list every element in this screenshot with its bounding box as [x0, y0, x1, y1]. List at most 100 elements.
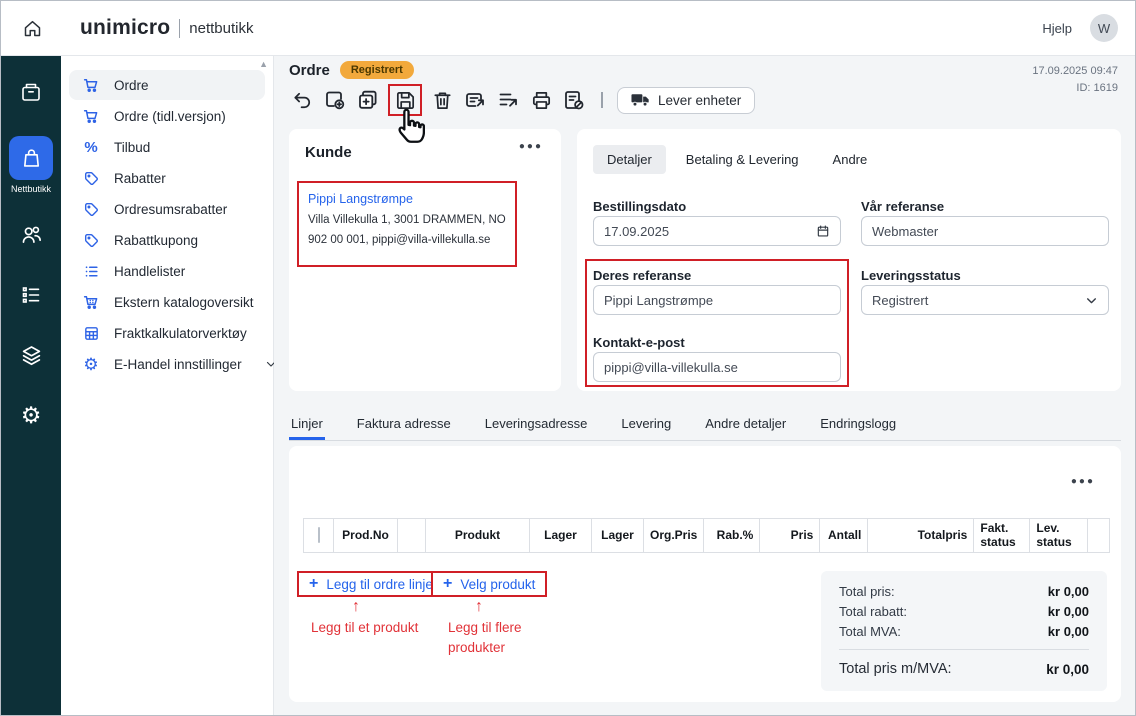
- sidebar-item-ekstern-katalogoversikt[interactable]: Ekstern katalogoversikt: [69, 287, 265, 317]
- our-reference-field[interactable]: [861, 216, 1109, 246]
- top-bar: unimicro nettbutikk Hjelp W: [1, 1, 1135, 56]
- col-antall[interactable]: Antall: [820, 519, 868, 553]
- settings-icon[interactable]: ⚙: [21, 404, 42, 427]
- sidebar-item-ordre[interactable]: Ordre: [69, 70, 265, 100]
- chevron-down-icon: [1085, 294, 1098, 307]
- col-totalpris[interactable]: Totalpris: [868, 519, 974, 553]
- add-order-line-button[interactable]: + Legg til ordre linje: [299, 573, 443, 595]
- customers-icon[interactable]: [19, 222, 44, 247]
- pick-product-button[interactable]: + Velg produkt: [433, 573, 545, 595]
- col-pris[interactable]: Pris: [760, 519, 820, 553]
- sidebar-item-label: Ordresumsrabatter: [114, 202, 227, 217]
- add-order-line-label: Legg til ordre linje: [326, 577, 433, 592]
- avatar[interactable]: W: [1090, 14, 1118, 42]
- tab-andre-detaljer[interactable]: Andre detaljer: [703, 408, 788, 440]
- sidebar-item-label: Rabatter: [114, 171, 166, 186]
- lines-menu-icon[interactable]: ●●●: [1071, 476, 1095, 487]
- select-all-checkbox[interactable]: [318, 527, 320, 543]
- tab-leveringsadresse[interactable]: Leveringsadresse: [483, 408, 590, 440]
- details-tabs: Detaljer Betaling & Levering Andre: [593, 145, 881, 174]
- tab-endringslogg[interactable]: Endringslogg: [818, 408, 898, 440]
- sidebar-item-rabattkupong[interactable]: Rabattkupong: [69, 225, 265, 255]
- tab-levering[interactable]: Levering: [619, 408, 673, 440]
- customer-card: Kunde ●●● Pippi Langstrømpe Villa Villek…: [289, 129, 561, 391]
- annotation-arrow-icon: ↑: [352, 598, 360, 616]
- customer-name-link[interactable]: Pippi Langstrømpe: [308, 192, 511, 206]
- calculator-icon: [81, 325, 101, 342]
- totals-panel: Total pris: kr 0,00 Total rabatt: kr 0,0…: [821, 571, 1107, 691]
- cart-grid-icon: [81, 293, 101, 311]
- export-lines-icon[interactable]: [495, 87, 521, 113]
- totals-divider: [839, 649, 1089, 650]
- contact-email-field[interactable]: [593, 352, 841, 382]
- brand-suffix: nettbutikk: [189, 20, 253, 37]
- add-line-annotation-box: + Legg til ordre linje: [297, 571, 445, 597]
- total-vat-value: kr 0,00: [1048, 624, 1089, 639]
- col-orgpris[interactable]: Org.Pris: [644, 519, 704, 553]
- sidebar-item-rabatter[interactable]: Rabatter: [69, 163, 265, 193]
- tab-faktura-adresse[interactable]: Faktura adresse: [355, 408, 453, 440]
- layers-icon[interactable]: [19, 343, 44, 368]
- contact-email-input[interactable]: [604, 360, 830, 375]
- sidebar-item-ordre-tidl[interactable]: Ordre (tidl.versjon): [69, 101, 265, 131]
- order-lines-table: Prod.No Produkt Lager Lager Org.Pris Rab…: [303, 518, 1110, 553]
- undo-icon[interactable]: [289, 87, 315, 113]
- copy-add-icon[interactable]: [355, 87, 381, 113]
- tab-betaling-levering[interactable]: Betaling & Levering: [672, 145, 813, 174]
- calendar-icon[interactable]: [816, 224, 830, 238]
- tag-icon: [81, 232, 101, 249]
- col-lager-2[interactable]: Lager: [592, 519, 644, 553]
- home-icon[interactable]: [22, 18, 43, 39]
- cancel-document-icon[interactable]: [561, 87, 587, 113]
- sidebar-item-ehandel-innstillinger[interactable]: ⚙ E-Handel innstillinger: [69, 349, 265, 379]
- main-content: Ordre Registrert 17.09.2025 09:47 ID: 16…: [274, 56, 1134, 714]
- col-rab[interactable]: Rab.%: [704, 519, 760, 553]
- plus-icon: +: [309, 576, 318, 592]
- col-fakt-status[interactable]: Fakt. status: [974, 519, 1030, 553]
- annotation-arrow-icon: ↑: [475, 598, 483, 616]
- tab-linjer[interactable]: Linjer: [289, 408, 325, 440]
- help-link[interactable]: Hjelp: [1042, 21, 1072, 36]
- delete-icon[interactable]: [429, 87, 455, 113]
- our-reference-input[interactable]: [872, 224, 1098, 239]
- checklist-icon[interactable]: [19, 283, 43, 307]
- deliver-units-label: Lever enheter: [658, 93, 741, 108]
- col-produkt[interactable]: Produkt: [426, 519, 530, 553]
- sidebar-item-handlelister[interactable]: Handlelister: [69, 256, 265, 286]
- print-icon[interactable]: [528, 87, 554, 113]
- order-date-field[interactable]: 17.09.2025: [593, 216, 841, 246]
- deliver-units-button[interactable]: Lever enheter: [617, 87, 755, 114]
- tab-detaljer[interactable]: Detaljer: [593, 145, 666, 174]
- their-reference-label: Deres referanse: [593, 268, 691, 283]
- total-discount-label: Total rabatt:: [839, 604, 907, 619]
- sidebar-item-label: Handlelister: [114, 264, 185, 279]
- order-timestamp: 17.09.2025 09:47: [1032, 63, 1118, 80]
- sidebar-item-tilbud[interactable]: % Tilbud: [69, 132, 265, 162]
- archive-icon[interactable]: [19, 80, 43, 104]
- customer-menu-icon[interactable]: ●●●: [519, 141, 543, 152]
- nettbutikk-tab[interactable]: [9, 136, 53, 180]
- tab-andre[interactable]: Andre: [819, 145, 882, 174]
- details-card: Detaljer Betaling & Levering Andre Besti…: [577, 129, 1121, 391]
- brand-divider: [179, 19, 180, 38]
- col-lager-1[interactable]: Lager: [530, 519, 592, 553]
- truck-icon: [631, 93, 650, 107]
- their-reference-input[interactable]: [604, 293, 830, 308]
- nav-rail: Nettbutikk ⚙: [1, 56, 61, 715]
- scroll-up-icon[interactable]: ▲: [259, 59, 268, 69]
- save-icon[interactable]: [392, 87, 418, 113]
- pick-product-annotation-box: + Velg produkt: [431, 571, 547, 597]
- col-lev-status[interactable]: Lev. status: [1030, 519, 1088, 553]
- delivery-status-select[interactable]: Registrert: [861, 285, 1109, 315]
- list-icon: [81, 263, 101, 280]
- save-highlight-box: [388, 84, 422, 116]
- toolbar-divider: [601, 92, 603, 108]
- sidebar-item-ordresumsrabatter[interactable]: Ordresumsrabatter: [69, 194, 265, 224]
- sidebar-item-fraktkalkulatorverktoy[interactable]: Fraktkalkulatorverktøy: [69, 318, 265, 348]
- tag-icon: [81, 201, 101, 218]
- nettbutikk-label: Nettbutikk: [11, 184, 51, 194]
- send-icon[interactable]: [462, 87, 488, 113]
- their-reference-field[interactable]: [593, 285, 841, 315]
- col-prodno[interactable]: Prod.No: [334, 519, 398, 553]
- new-document-icon[interactable]: [322, 87, 348, 113]
